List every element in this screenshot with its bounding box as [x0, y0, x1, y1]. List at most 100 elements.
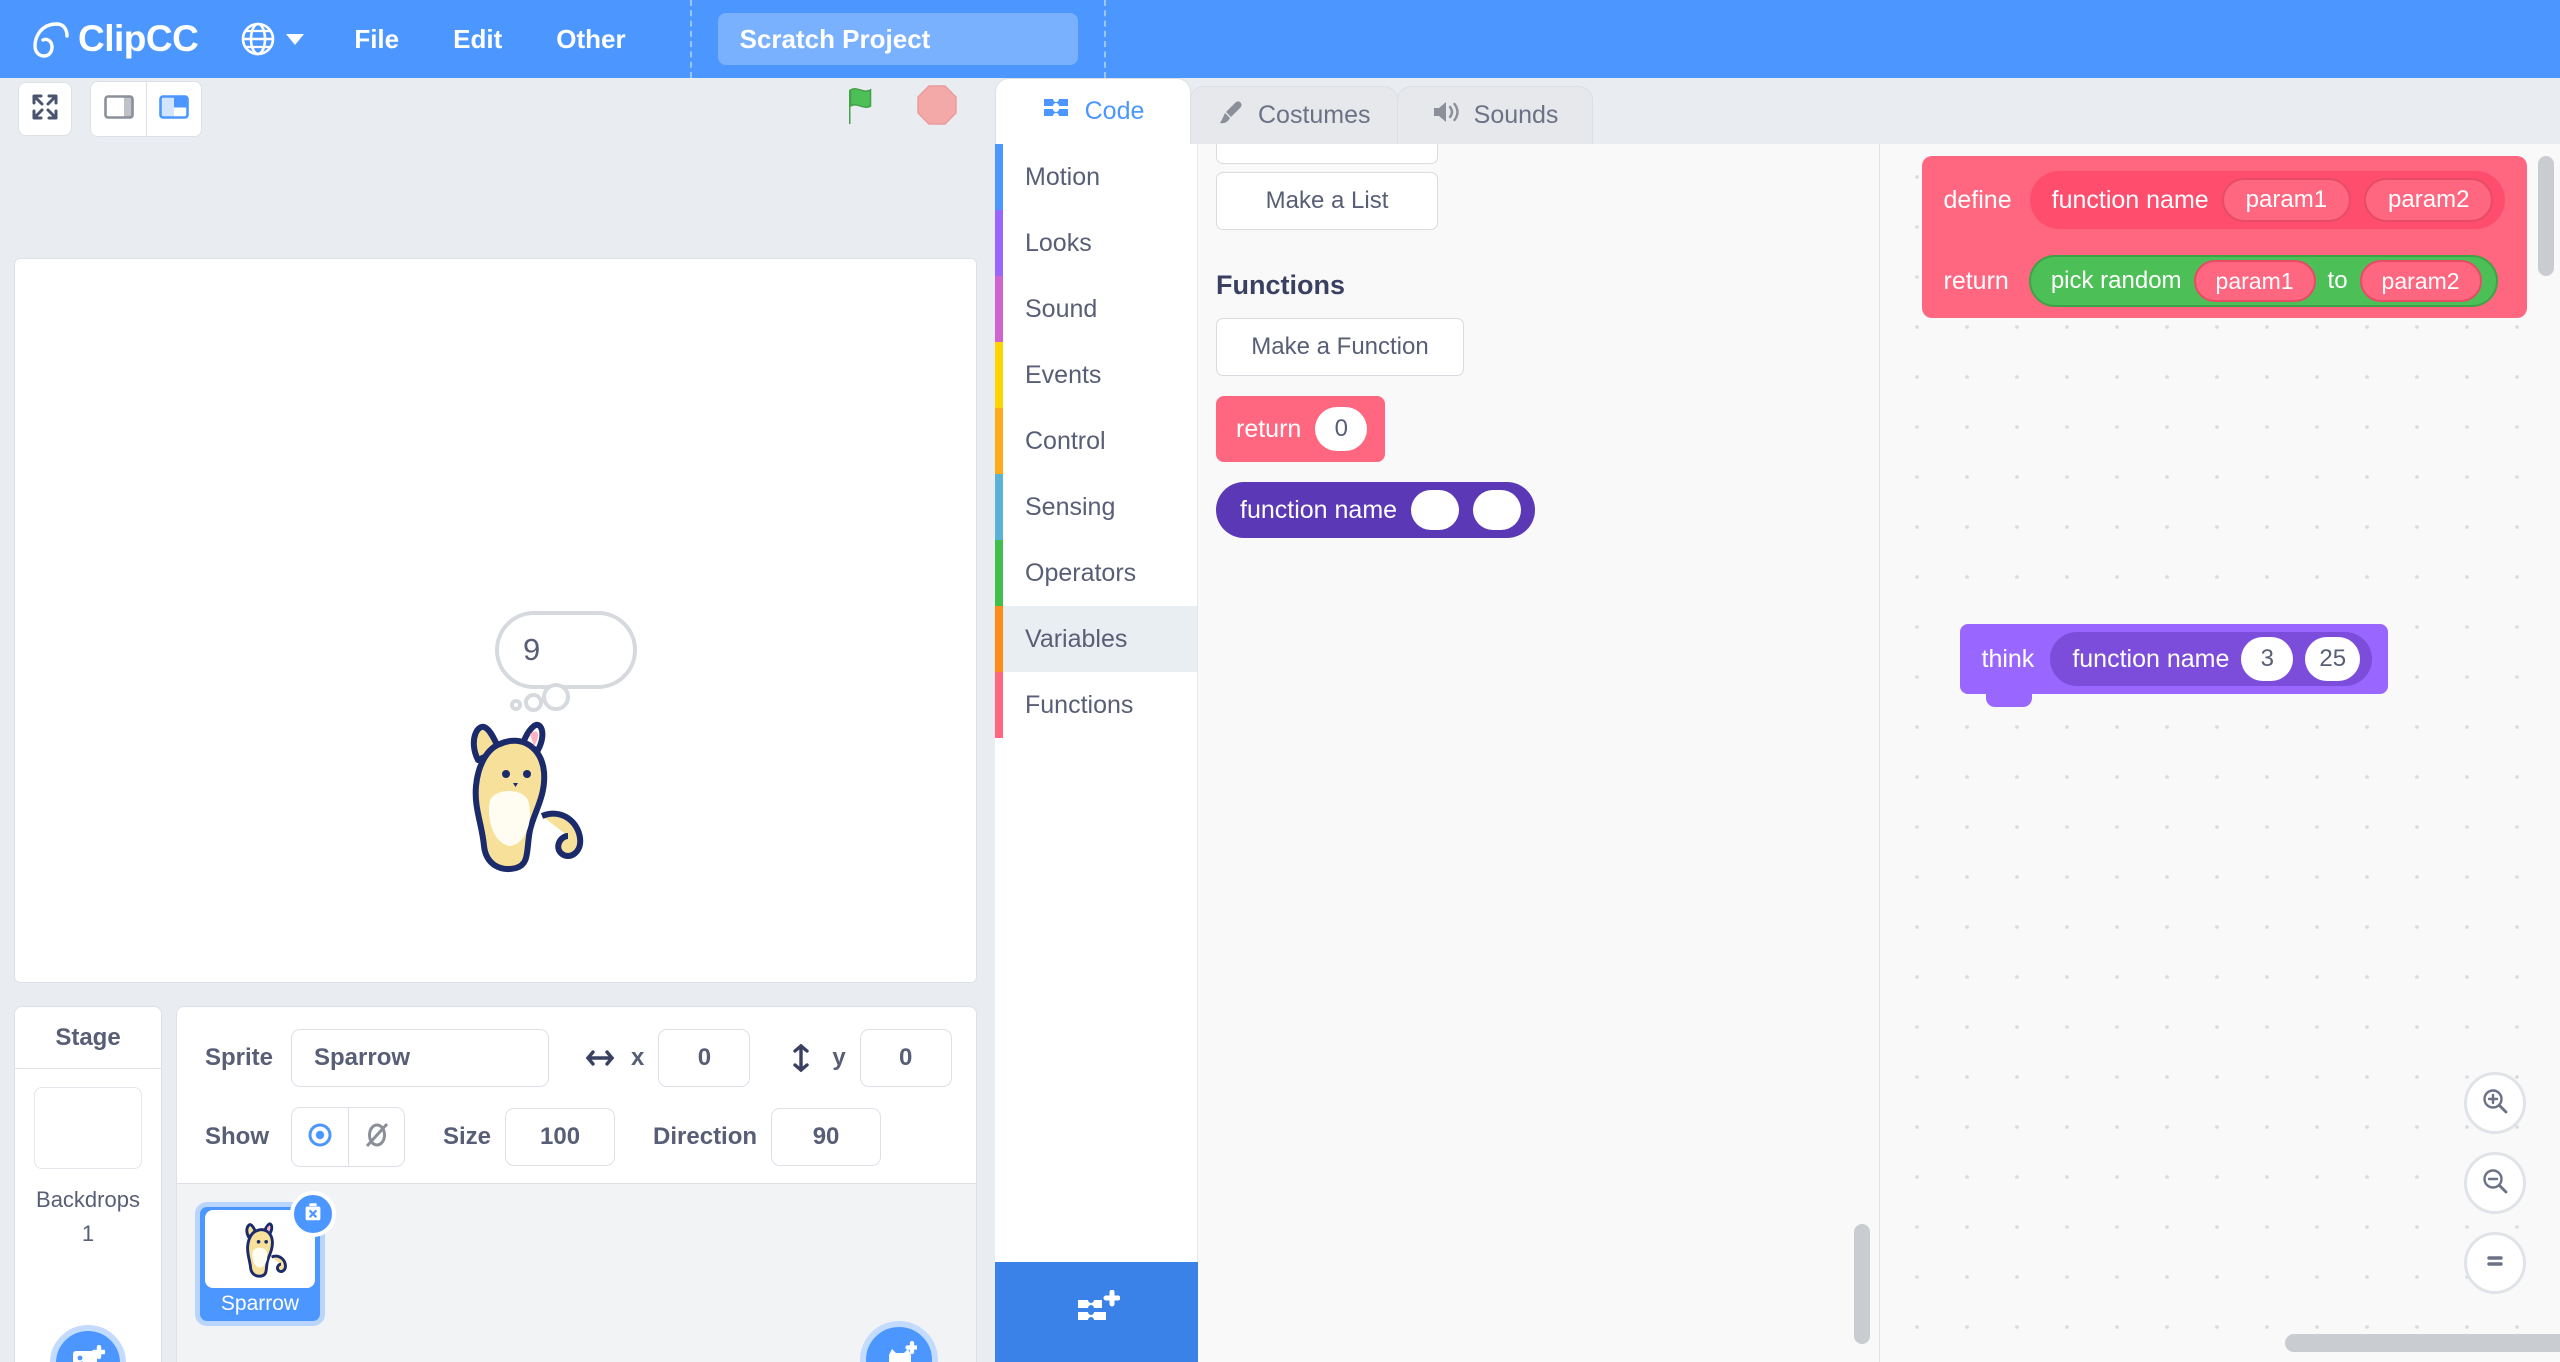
stage-sprite-sparrow[interactable]: [430, 704, 590, 884]
block-notch-bottom: [1985, 694, 2032, 707]
make-function-button[interactable]: Make a Function: [1216, 318, 1464, 376]
return-block[interactable]: return pick random param1 to param2: [1921, 244, 2528, 318]
category-label: Variables: [1025, 624, 1128, 653]
green-flag-button[interactable]: [840, 84, 886, 130]
pick-random-arg1[interactable]: param1: [2193, 260, 2316, 302]
make-list-button[interactable]: Make a List: [1216, 172, 1438, 230]
workspace-horizontal-scrollbar[interactable]: [2284, 1334, 2560, 1352]
sidebar-item-functions[interactable]: Functions: [995, 672, 1197, 738]
project-title-input[interactable]: [717, 13, 1078, 65]
menu-item-other[interactable]: Other: [552, 18, 629, 61]
delete-sprite-button[interactable]: [290, 1191, 336, 1237]
eye-slash-icon: [362, 1120, 392, 1155]
menu-divider: [689, 0, 692, 78]
make-variable-button[interactable]: [1216, 144, 1438, 164]
sidebar-item-control[interactable]: Control: [995, 408, 1197, 474]
category-color-bar: [995, 408, 1003, 474]
brand-name: ClipCC: [78, 18, 199, 59]
x-input[interactable]: 0: [658, 1029, 751, 1087]
pick-random-block[interactable]: pick random param1 to param2: [2028, 255, 2498, 307]
show-toggle-group: [291, 1107, 405, 1167]
sidebar-item-events[interactable]: Events: [995, 342, 1197, 408]
y-label: y: [832, 1044, 846, 1071]
sprite-name-input[interactable]: Sparrow: [291, 1029, 550, 1087]
sidebar-item-variables[interactable]: Variables: [995, 606, 1197, 672]
define-block[interactable]: define function name param1 param2: [1921, 156, 2528, 244]
palette-call-block[interactable]: function name: [1216, 482, 1536, 538]
stop-button[interactable]: [914, 84, 960, 130]
function-call-block[interactable]: function name 3 25: [2050, 632, 2373, 686]
palette-call-arg2[interactable]: [1473, 490, 1522, 530]
small-stage-button[interactable]: [91, 82, 146, 136]
category-color-bar: [995, 672, 1003, 738]
pick-random-label: pick random: [2050, 267, 2182, 294]
sidebar-item-operators[interactable]: Operators: [995, 540, 1197, 606]
paintbrush-icon: [1217, 98, 1245, 133]
category-color-bar: [995, 606, 1003, 672]
thought-bubble: 9: [495, 611, 637, 689]
call-arg1[interactable]: 3: [2241, 637, 2294, 681]
palette-return-value[interactable]: 0: [1315, 407, 1368, 451]
language-selector[interactable]: [240, 21, 305, 57]
stage-canvas[interactable]: 9: [14, 258, 977, 983]
fullscreen-icon: [31, 93, 59, 126]
x-label: x: [631, 1044, 645, 1071]
sidebar-item-sound[interactable]: Sound: [995, 276, 1197, 342]
add-extension-button[interactable]: [995, 1262, 1198, 1362]
sidebar-item-motion[interactable]: Motion: [995, 144, 1197, 210]
code-workspace[interactable]: define function name param1 param2 retur…: [1878, 144, 2560, 1362]
block-palette[interactable]: Make a List Functions Make a Function re…: [1198, 144, 1879, 1362]
sidebar-item-looks[interactable]: Looks: [995, 210, 1197, 276]
zoom-out-icon: [2480, 1166, 2510, 1201]
pick-random-arg2[interactable]: param2: [2359, 260, 2482, 302]
zoom-in-button[interactable]: [2464, 1072, 2526, 1134]
menu-item-edit[interactable]: Edit: [449, 18, 506, 61]
workspace-zoom-controls: [2464, 1072, 2526, 1294]
define-script[interactable]: define function name param1 param2 retur…: [1921, 156, 2528, 318]
delete-icon: [301, 1200, 325, 1229]
size-input[interactable]: 100: [505, 1108, 616, 1166]
show-hidden-button[interactable]: [348, 1108, 404, 1166]
sprite-area: Sprite Sparrow x 0 y 0 Show Size 100 Dir…: [176, 1006, 977, 1362]
category-label: Sound: [1025, 294, 1098, 323]
fullscreen-button[interactable]: [18, 82, 72, 136]
menu-item-file[interactable]: File: [350, 18, 403, 61]
palette-return-label: return: [1236, 414, 1302, 443]
think-script[interactable]: think function name 3 25: [1959, 624, 2389, 707]
add-backdrop-button[interactable]: [50, 1325, 126, 1362]
zoom-reset-button[interactable]: [2464, 1232, 2526, 1294]
y-input[interactable]: 0: [859, 1029, 952, 1087]
function-prototype[interactable]: function name param1 param2: [2029, 171, 2506, 229]
call-arg2[interactable]: 25: [2305, 637, 2361, 681]
stage-selector[interactable]: Stage Backdrops 1: [14, 1006, 162, 1362]
add-extension-icon: [1074, 1289, 1120, 1335]
block-notch: [1947, 244, 1994, 257]
tab-sounds[interactable]: Sounds: [1396, 86, 1593, 144]
backdrops-count: 1: [81, 1221, 95, 1247]
prototype-param-2[interactable]: param2: [2364, 178, 2494, 222]
category-color-bar: [995, 540, 1003, 606]
category-label: Sensing: [1025, 492, 1116, 521]
tab-costumes[interactable]: Costumes: [1190, 86, 1398, 144]
large-stage-button[interactable]: [146, 82, 201, 136]
brand-logo[interactable]: ClipCC: [26, 16, 199, 62]
palette-scrollbar[interactable]: [1853, 1224, 1870, 1344]
zoom-out-button[interactable]: [2464, 1152, 2526, 1214]
tab-code[interactable]: Code: [995, 78, 1191, 144]
tab-sounds-label: Sounds: [1473, 101, 1559, 129]
prototype-param-1[interactable]: param1: [2221, 178, 2352, 222]
palette-return-block[interactable]: return 0: [1216, 396, 1386, 462]
sprite-card-sparrow[interactable]: Sparrow: [195, 1191, 336, 1326]
stage-selector-title: Stage: [15, 1007, 161, 1069]
palette-functions-heading: Functions: [1216, 270, 1345, 300]
stage-backdrop-thumbnail[interactable]: [34, 1087, 142, 1169]
show-visible-button[interactable]: [292, 1108, 348, 1166]
editor-tabs: Code Costumes Sounds: [995, 78, 1593, 144]
direction-input[interactable]: 90: [771, 1108, 882, 1166]
vertical-arrow-icon: [784, 1041, 818, 1075]
sprite-info-panel: Sprite Sparrow x 0 y 0 Show Size 100 Dir…: [177, 1007, 976, 1167]
workspace-vertical-scrollbar[interactable]: [2538, 156, 2554, 276]
add-sprite-button[interactable]: [860, 1321, 938, 1362]
palette-call-arg1[interactable]: [1411, 490, 1460, 530]
sidebar-item-sensing[interactable]: Sensing: [995, 474, 1197, 540]
